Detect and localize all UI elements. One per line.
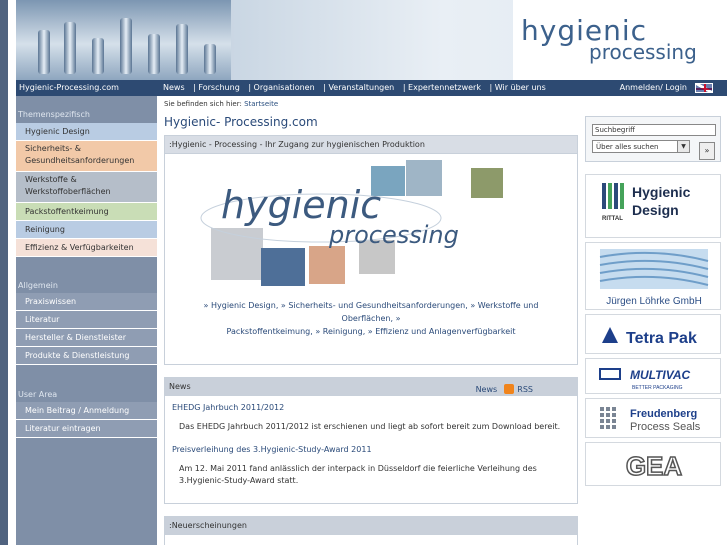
nav-wir-ueber-uns[interactable]: | Wir über uns xyxy=(490,83,546,92)
nav-veranstaltungen[interactable]: | Veranstaltungen xyxy=(323,83,394,92)
sponsor-freudenberg[interactable]: Freudenberg Process Seals xyxy=(585,398,721,438)
sponsor-text: BETTER PACKAGING xyxy=(632,385,683,391)
news-item-text: Das EHEDG Jahrbuch 2011/2012 ist erschie… xyxy=(179,422,561,431)
left-edge-strip xyxy=(0,0,8,545)
sidebar-item-sicherheit[interactable]: Sicherheits- & Gesundheitsanforderungen xyxy=(16,141,157,172)
site-header: hygienic processing xyxy=(16,0,727,80)
uk-flag-icon[interactable] xyxy=(695,83,713,93)
header-photo xyxy=(16,0,231,80)
sponsor-tetra-pak[interactable]: Tetra Pak xyxy=(585,314,721,354)
sponsor-multivac-logo: MULTIVAC BETTER PACKAGING xyxy=(599,368,691,391)
sidebar-item-literatur-eintragen[interactable]: Literatur eintragen xyxy=(16,420,157,438)
sidebar-item-hygienic-design[interactable]: Hygienic Design xyxy=(16,123,157,141)
rss-link[interactable]: RSS xyxy=(517,385,533,394)
sidebar-item-label: Werkstoffoberflächen xyxy=(25,187,111,196)
sponsor-tetra-pak-logo: Tetra Pak xyxy=(602,327,697,347)
intro-panel: :Hygienic - Processing - Ihr Zugang zur … xyxy=(164,135,578,365)
sidebar-item-praxiswissen[interactable]: Praxiswissen xyxy=(16,293,157,311)
sidebar-item-literatur[interactable]: Literatur xyxy=(16,311,157,329)
sponsor-text: Jürgen Löhrke GmbH xyxy=(606,296,702,307)
rss-area: News RSS xyxy=(476,381,533,399)
sponsor-text: Process Seals xyxy=(630,421,701,433)
top-navigation: Hygienic-Processing.com News | Forschung… xyxy=(16,80,727,96)
search-scope-select[interactable]: Über alles suchen ▼ xyxy=(592,140,690,153)
left-sidebar: Themenspezifisch Hygienic Design Sicherh… xyxy=(16,96,157,545)
neuerscheinungen-panel: :Neuerscheinungen xyxy=(164,516,578,545)
sponsor-text: Design xyxy=(632,202,679,218)
news-item-text: Am 12. Mai 2011 fand anlässlich der inte… xyxy=(179,464,537,485)
breadcrumb-link-startseite[interactable]: Startseite xyxy=(244,100,278,108)
section-label-allgemein: Allgemein xyxy=(18,281,58,290)
sponsor-freudenberg-logo: Freudenberg Process Seals xyxy=(600,407,701,433)
nav-organisationen[interactable]: | Organisationen xyxy=(248,83,314,92)
search-scope-value: Über alles suchen xyxy=(596,143,659,151)
section-label-user-area: User Area xyxy=(18,390,58,399)
sidebar-item-label: Gesundheitsanforderungen xyxy=(25,156,135,165)
menu-allgemein: Praxiswissen Literatur Hersteller & Dien… xyxy=(16,293,157,365)
login-link[interactable]: Anmelden/ Login xyxy=(620,80,687,96)
nav-links: News | Forschung | Organisationen | Vera… xyxy=(163,80,552,96)
sponsor-text: Hygienic xyxy=(632,184,691,200)
sidebar-item-label: Sicherheits- & xyxy=(25,144,82,153)
sponsor-multivac[interactable]: MULTIVAC BETTER PACKAGING xyxy=(585,358,721,394)
topic-links-line2[interactable]: Packstoffentkeimung, » Reinigung, » Effi… xyxy=(177,325,565,338)
sponsor-gea-logo: GEA xyxy=(625,450,683,482)
sidebar-item-werkstoffe[interactable]: Werkstoffe & Werkstoffoberflächen xyxy=(16,172,157,203)
sponsor-text: GEA xyxy=(626,451,683,481)
sponsor-hygienic-design-logo: Hygienic Design RITTAL xyxy=(602,183,691,222)
topic-links: » Hygienic Design, » Sicherheits- und Ge… xyxy=(165,299,577,338)
search-button[interactable]: » xyxy=(699,142,715,160)
logo-text-processing: processing xyxy=(589,40,697,64)
sidebar-item-produkte[interactable]: Produkte & Dienstleistung xyxy=(16,347,157,365)
sponsor-gea[interactable]: GEA xyxy=(585,442,721,486)
page-title: Hygienic- Processing.com xyxy=(164,115,318,129)
sponsor-text: RITTAL xyxy=(602,216,623,222)
sponsor-text: Tetra Pak xyxy=(626,330,697,347)
artwork-svg: hygienic processing xyxy=(200,160,503,286)
sidebar-item-reinigung[interactable]: Reinigung xyxy=(16,221,157,239)
search-box: Suchbegriff Über alles suchen ▼ » xyxy=(585,116,721,162)
artwork-text-processing: processing xyxy=(328,221,459,249)
site-logo[interactable]: hygienic processing xyxy=(513,0,727,80)
sponsor-hygienic-design[interactable]: Hygienic Design RITTAL xyxy=(585,174,721,238)
sponsor-text: Freudenberg xyxy=(630,408,697,420)
news-list: EHEDG Jahrbuch 2011/2012 Das EHEDG Jahrb… xyxy=(165,396,577,487)
breadcrumb: Sie befinden sich hier: Startseite xyxy=(164,100,278,108)
rss-icon[interactable] xyxy=(503,384,514,394)
neuerscheinungen-header: :Neuerscheinungen xyxy=(165,517,577,535)
section-label-themenspezifisch: Themenspezifisch xyxy=(18,110,90,119)
sponsor-loehrke-logo: Jürgen Löhrke GmbH xyxy=(599,249,709,307)
menu-user-area: Mein Beitrag / Anmeldung Literatur eintr… xyxy=(16,402,157,438)
hygienic-processing-artwork: hygienic processing xyxy=(181,158,561,288)
menu-themenspezifisch: Hygienic Design Sicherheits- & Gesundhei… xyxy=(16,123,157,257)
news-item-title[interactable]: Preisverleihung des 3.Hygienic-Study-Awa… xyxy=(172,445,577,454)
topic-links-line1[interactable]: » Hygienic Design, » Sicherheits- und Ge… xyxy=(177,299,565,325)
search-input[interactable]: Suchbegriff xyxy=(592,124,716,136)
sidebar-item-effizienz[interactable]: Effizienz & Verfügbarkeiten xyxy=(16,239,157,257)
news-header-label: News xyxy=(169,382,191,391)
sponsor-loehrke[interactable]: Jürgen Löhrke GmbH xyxy=(585,242,721,310)
news-link[interactable]: News xyxy=(476,385,498,394)
sponsor-text: MULTIVAC xyxy=(630,368,691,382)
sidebar-item-mein-beitrag[interactable]: Mein Beitrag / Anmeldung xyxy=(16,402,157,420)
chevron-down-icon: ▼ xyxy=(677,141,689,152)
nav-expertennetzwerk[interactable]: | Expertennetzwerk xyxy=(403,83,481,92)
sidebar-item-hersteller[interactable]: Hersteller & Dienstleister xyxy=(16,329,157,347)
sidebar-item-label: Werkstoffe & xyxy=(25,175,77,184)
news-item-title[interactable]: EHEDG Jahrbuch 2011/2012 xyxy=(172,403,577,412)
intro-panel-header: :Hygienic - Processing - Ihr Zugang zur … xyxy=(165,136,577,154)
news-panel-header: News News RSS xyxy=(165,378,577,396)
breadcrumb-prefix: Sie befinden sich hier: xyxy=(164,100,242,108)
nav-forschung[interactable]: | Forschung xyxy=(193,83,240,92)
nav-news[interactable]: News xyxy=(163,83,185,92)
sidebar-item-packstoffentkeimung[interactable]: Packstoffentkeimung xyxy=(16,203,157,221)
site-name[interactable]: Hygienic-Processing.com xyxy=(19,80,119,96)
news-panel: News News RSS EHEDG Jahrbuch 2011/2012 D… xyxy=(164,377,578,504)
